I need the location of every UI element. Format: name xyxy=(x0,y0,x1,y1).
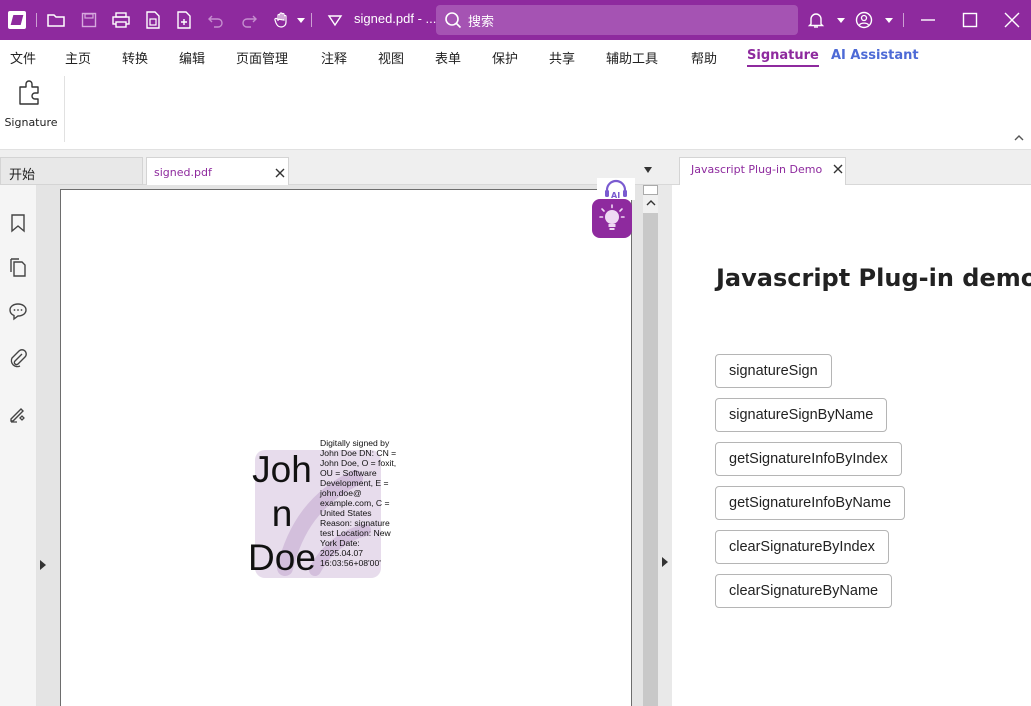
new-file-icon[interactable] xyxy=(174,10,194,30)
pages-icon[interactable] xyxy=(8,258,28,278)
separator xyxy=(36,13,37,27)
tab-list-dropdown-icon[interactable] xyxy=(643,166,653,174)
chevron-up-icon[interactable] xyxy=(1013,132,1025,144)
separator xyxy=(64,76,65,142)
separator xyxy=(903,13,904,27)
tab-javascript-plugin-demo[interactable]: Javascript Plug-in Demo xyxy=(679,157,846,185)
menu-item-comment[interactable]: 注释 xyxy=(321,48,347,67)
menu-item-convert[interactable]: 转换 xyxy=(122,48,148,67)
minimize-icon[interactable] xyxy=(918,10,938,30)
menu-item-home[interactable]: 主页 xyxy=(65,48,91,67)
clear-signature-by-index-button[interactable]: clearSignatureByIndex xyxy=(715,530,889,564)
app-logo-icon xyxy=(8,11,26,29)
ai-headset-icon[interactable]: AI xyxy=(597,178,635,200)
menu-item-view[interactable]: 视图 xyxy=(378,48,404,67)
search-icon xyxy=(445,12,462,29)
scrollbar-thumb[interactable] xyxy=(643,213,658,706)
document-tab-strip: 开始 signed.pdf xyxy=(0,150,665,185)
plugin-demo-heading: Javascript Plug-in demo xyxy=(716,264,1031,292)
clear-signature-by-name-button[interactable]: clearSignatureByName xyxy=(715,574,893,608)
signature-name-line: Joh xyxy=(252,449,312,490)
signature-details: Digitally signed by John Doe DN: CN = Jo… xyxy=(320,438,397,568)
menu-item-form[interactable]: 表单 xyxy=(435,48,461,67)
chevron-down-icon[interactable] xyxy=(879,10,899,30)
bookmark-icon[interactable] xyxy=(8,213,28,233)
title-bar: signed.pdf - ... 搜索 xyxy=(0,0,1031,40)
open-file-icon[interactable] xyxy=(46,10,66,30)
ai-lightbulb-button[interactable] xyxy=(592,199,632,238)
menu-item-protect[interactable]: 保护 xyxy=(492,48,518,67)
chevron-down-icon[interactable] xyxy=(831,10,851,30)
undo-icon[interactable] xyxy=(206,10,226,30)
print-icon[interactable] xyxy=(111,10,131,30)
signature-panel-icon[interactable] xyxy=(8,403,28,423)
menu-item-share[interactable]: 共享 xyxy=(549,48,575,67)
menu-item-signature[interactable]: Signature xyxy=(747,48,819,67)
attachment-icon[interactable] xyxy=(8,348,28,368)
right-tab-label: Javascript Plug-in Demo xyxy=(691,163,823,176)
panel-splitter[interactable] xyxy=(658,185,672,706)
tab-start[interactable]: 开始 xyxy=(0,157,143,185)
menu-item-page-management[interactable]: 页面管理 xyxy=(236,48,288,67)
chevron-down-icon[interactable] xyxy=(291,10,311,30)
menu-item-file[interactable]: 文件 xyxy=(10,48,36,67)
signature-sign-button[interactable]: signatureSign xyxy=(715,354,832,388)
scrollbar-top-box xyxy=(643,185,658,195)
menu-item-ai-assistant[interactable]: AI Assistant xyxy=(831,48,919,63)
hand-tool-icon[interactable] xyxy=(272,10,292,30)
signature-name-line: Doe xyxy=(248,537,316,578)
ribbon: Signature xyxy=(0,70,1031,150)
redo-icon[interactable] xyxy=(239,10,259,30)
tab-signed-pdf[interactable]: signed.pdf xyxy=(146,157,289,185)
expand-left-panel-icon[interactable] xyxy=(40,560,46,570)
scroll-up-icon[interactable] xyxy=(646,198,656,208)
tab-start-label: 开始 xyxy=(9,168,36,183)
signature-name-line: n xyxy=(271,493,293,534)
signature-plugin-label: Signature xyxy=(4,116,58,129)
menu-item-edit[interactable]: 编辑 xyxy=(179,48,205,67)
menu-item-help[interactable]: 帮助 xyxy=(691,48,717,67)
comments-icon[interactable] xyxy=(8,301,28,321)
signature-plugin-button[interactable]: Signature xyxy=(4,76,58,132)
export-icon[interactable] xyxy=(143,10,163,30)
signature-sign-by-name-button[interactable]: signatureSignByName xyxy=(715,398,888,432)
collapse-right-panel-icon[interactable] xyxy=(662,557,668,567)
menu-bar: 文件 主页 转换 编辑 页面管理 注释 视图 表单 保护 共享 辅助工具 帮助 … xyxy=(0,40,1031,70)
search-placeholder: 搜索 xyxy=(468,15,495,30)
search-input[interactable]: 搜索 xyxy=(436,5,798,35)
signature-name: Joh n Doe xyxy=(244,448,320,580)
left-sidebar xyxy=(0,185,37,706)
left-panel-gutter xyxy=(37,185,49,706)
bell-icon[interactable] xyxy=(806,10,826,30)
close-window-icon[interactable] xyxy=(1002,10,1022,30)
lightbulb-icon xyxy=(599,204,625,230)
tab-doc-label: signed.pdf xyxy=(154,166,212,179)
close-icon[interactable] xyxy=(274,167,286,179)
document-title: signed.pdf - ... xyxy=(354,11,437,26)
get-signature-info-by-index-button[interactable]: getSignatureInfoByIndex xyxy=(715,442,902,476)
get-signature-info-by-name-button[interactable]: getSignatureInfoByName xyxy=(715,486,906,520)
puzzle-icon xyxy=(19,80,39,105)
menu-item-accessibility[interactable]: 辅助工具 xyxy=(606,48,658,67)
save-icon[interactable] xyxy=(79,10,99,30)
close-icon[interactable] xyxy=(832,163,844,175)
account-icon[interactable] xyxy=(854,10,874,30)
maximize-icon[interactable] xyxy=(960,10,980,30)
separator xyxy=(311,13,312,27)
customize-toolbar-icon[interactable] xyxy=(325,10,345,30)
